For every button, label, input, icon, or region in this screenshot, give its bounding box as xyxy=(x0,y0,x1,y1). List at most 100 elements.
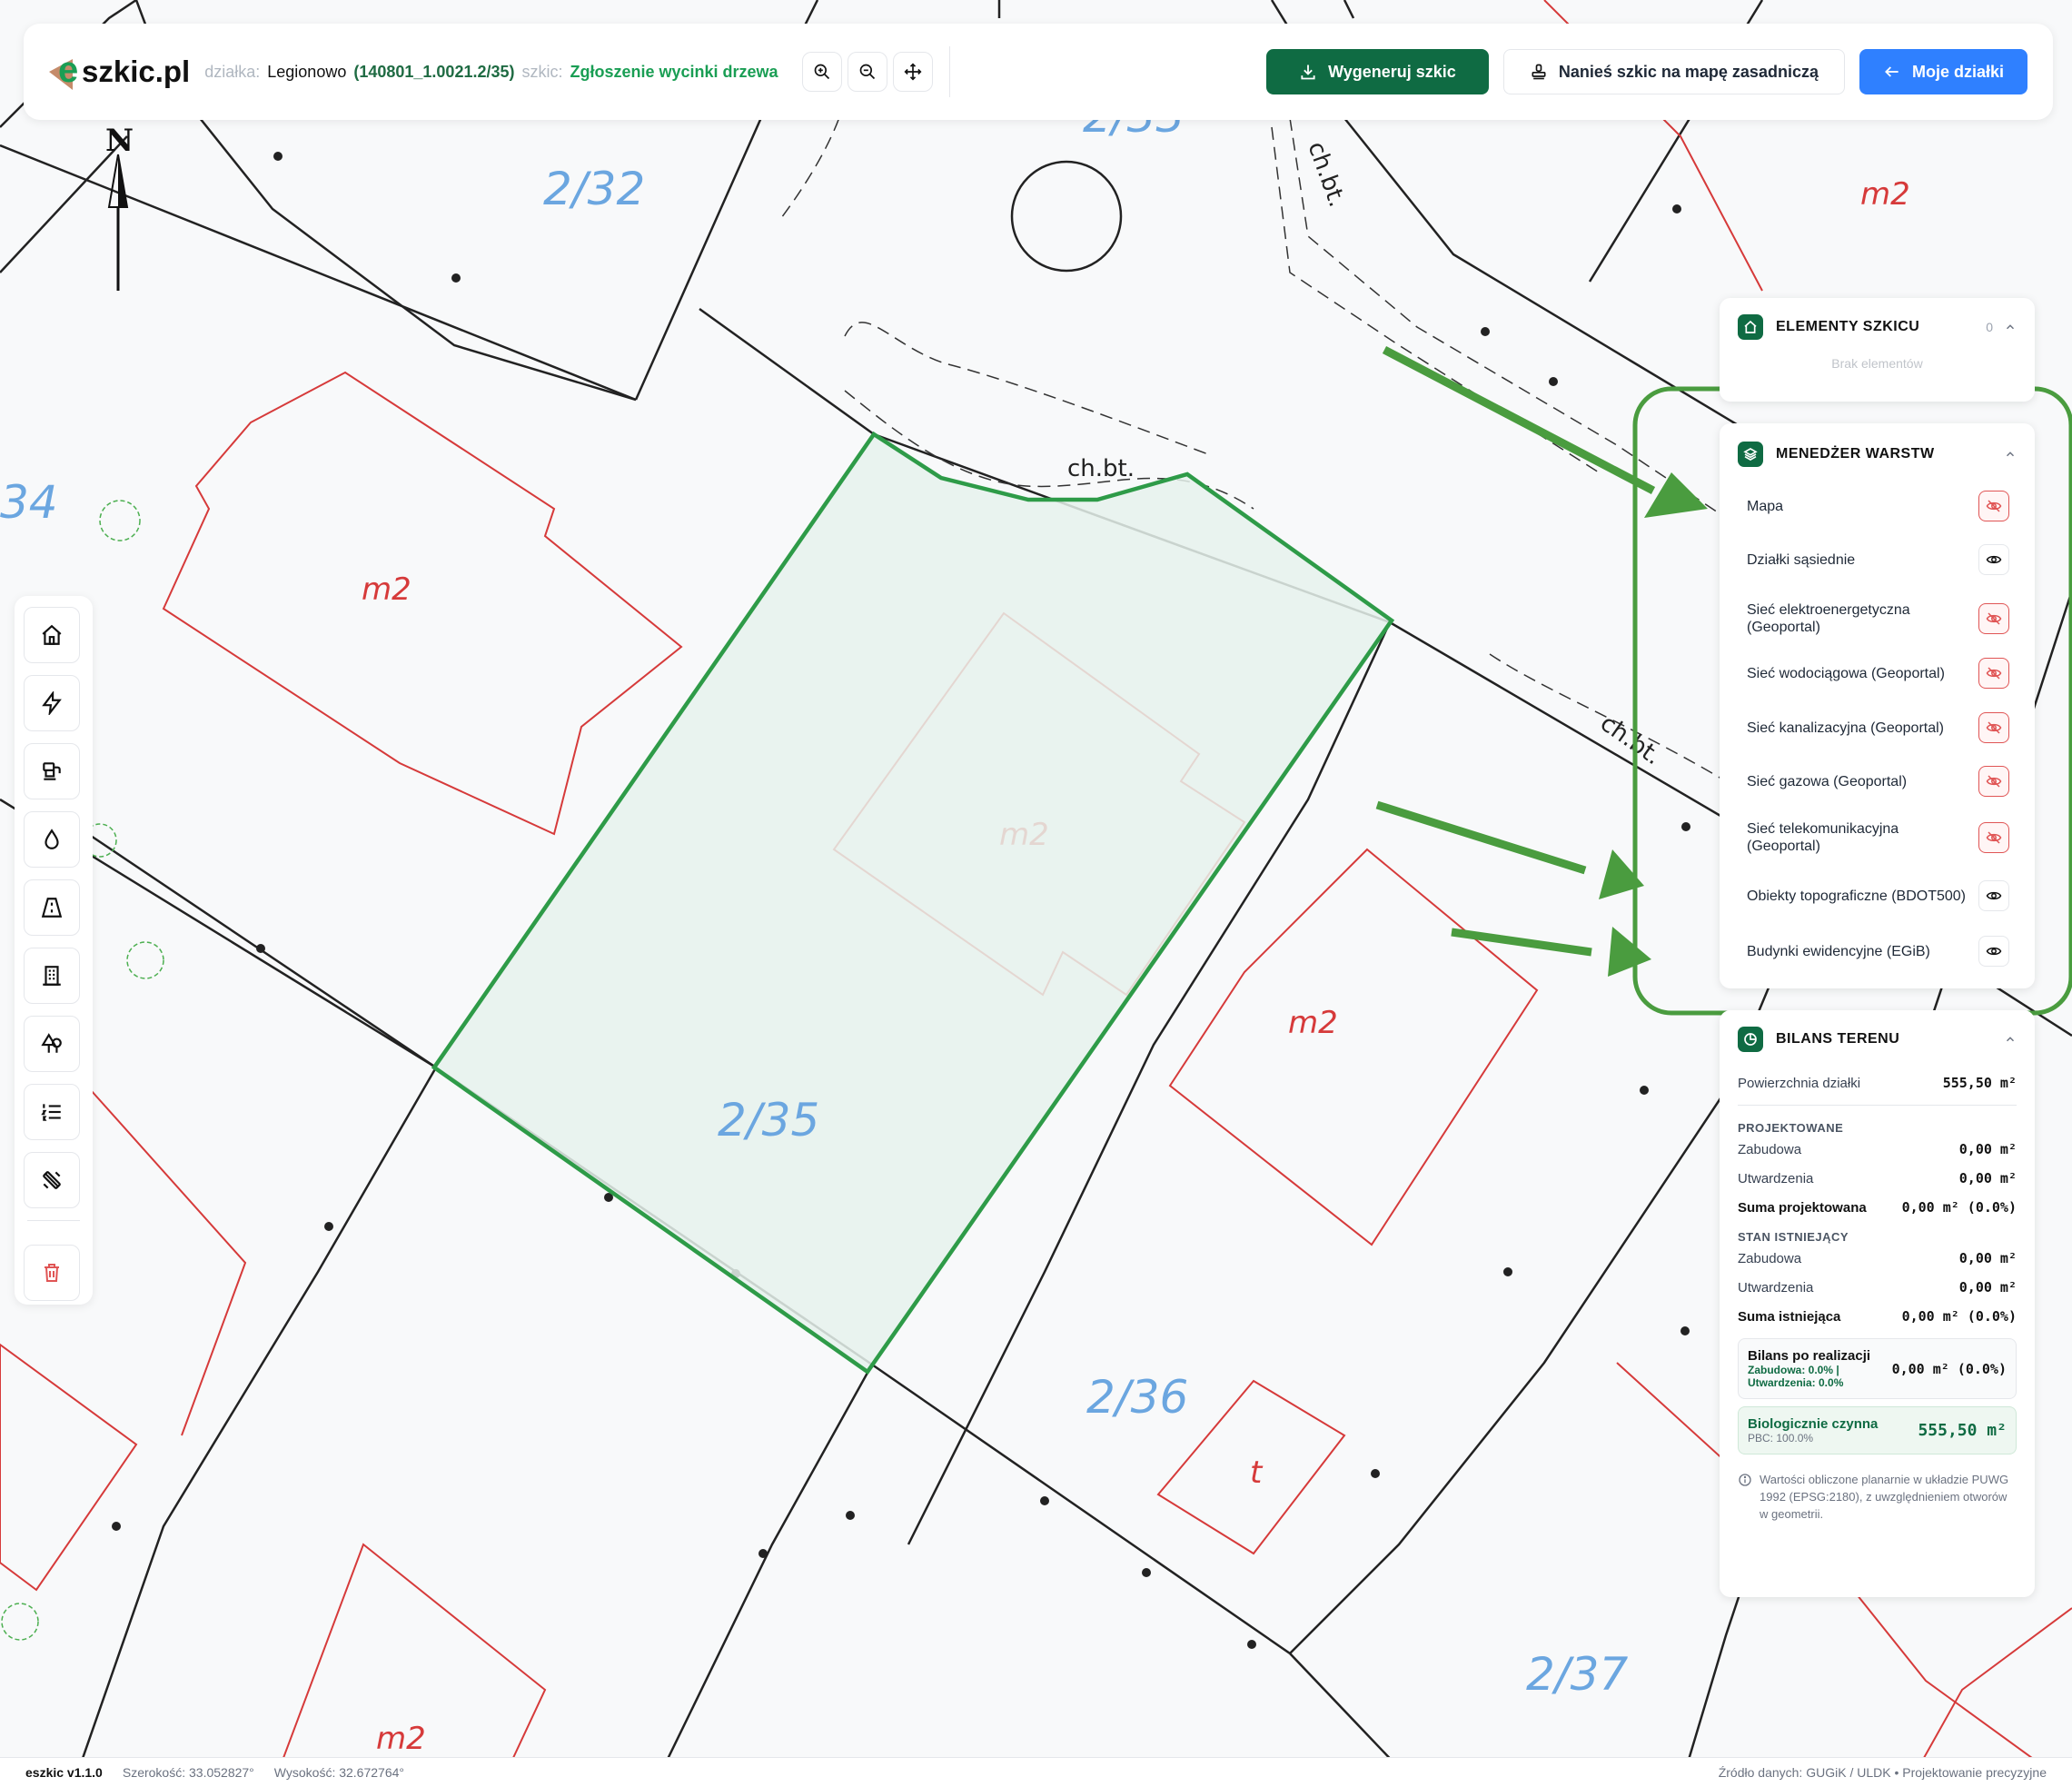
drop-tool[interactable] xyxy=(24,811,80,868)
layer-manager-panel: MENEDŻER WARSTW Mapa Działki sąsiednie S… xyxy=(1720,423,2035,988)
generate-sketch-button[interactable]: Wygeneruj szkic xyxy=(1266,49,1489,94)
ex-hard-row: Utwardzenia 0,00 m² xyxy=(1720,1273,2035,1302)
north-arrow: N xyxy=(96,123,142,296)
sketch-elements-title: ELEMENTY SZKICU xyxy=(1776,319,1920,334)
layer-row-topo[interactable]: Obiekty topograficzne (BDOT500) xyxy=(1720,867,2035,925)
delete-tool[interactable] xyxy=(24,1245,80,1301)
sketch-elements-count: 0 xyxy=(1986,320,1993,334)
move-icon xyxy=(904,63,922,81)
building-label: m2 xyxy=(362,571,411,608)
parcel-label: 2/37 xyxy=(1526,1648,1628,1701)
biologically-active-box: Biologicznie czynna PBC: 100.0% 555,50 m… xyxy=(1738,1406,2017,1454)
layer-label: Obiekty topograficzne (BDOT500) xyxy=(1747,888,1966,904)
my-plots-button[interactable]: Moje działki xyxy=(1859,49,2027,94)
bio-title: Biologicznie czynna xyxy=(1748,1416,1879,1432)
empty-state: Brak elementów xyxy=(1831,356,1923,371)
layer-toggle[interactable] xyxy=(1978,766,2009,797)
zoom-out-button[interactable] xyxy=(847,52,887,92)
zoom-in-button[interactable] xyxy=(801,52,842,92)
parcel-label: 2/32 xyxy=(543,163,645,215)
layer-manager-header[interactable]: MENEDŻER WARSTW xyxy=(1720,423,2035,485)
tree-tool[interactable] xyxy=(24,1016,80,1072)
building-icon xyxy=(43,966,61,986)
layer-toggle[interactable] xyxy=(1978,603,2009,634)
app-version: eszkic v1.1.0 xyxy=(25,1765,103,1780)
layer-row-gas[interactable]: Sieć gazowa (Geoportal) xyxy=(1720,754,2035,809)
calculation-note: Wartości obliczone planarnie w układzie … xyxy=(1720,1462,2035,1541)
layer-row-map[interactable]: Mapa xyxy=(1720,485,2035,527)
divider xyxy=(1738,1105,2017,1106)
chevron-up-icon xyxy=(2006,324,2015,330)
logo[interactable]: e szkic.pl xyxy=(49,50,191,90)
after-value: 0,00 m² (0.0%) xyxy=(1891,1360,2007,1377)
layer-row-sewage[interactable]: Sieć kanalizacyjna (Geoportal) xyxy=(1720,701,2035,754)
left-toolbar xyxy=(15,596,93,1305)
layer-toggle[interactable] xyxy=(1978,822,2009,853)
proj-building-value: 0,00 m² xyxy=(1958,1141,2017,1157)
ex-sum-value: 0,00 m² (0.0%) xyxy=(1901,1308,2017,1325)
bio-value: 555,50 m² xyxy=(1918,1421,2007,1440)
layer-toggle[interactable] xyxy=(1978,936,2009,967)
list-tool[interactable] xyxy=(24,1084,80,1140)
layer-row-telecom[interactable]: Sieć telekomunikacyjna (Geoportal) xyxy=(1720,809,2035,867)
proj-hard-label: Utwardzenia xyxy=(1738,1170,1814,1186)
layer-row-water[interactable]: Sieć wodociągowa (Geoportal) xyxy=(1720,645,2035,701)
layers-icon xyxy=(1738,442,1763,467)
eye-off-icon xyxy=(1986,500,2002,512)
electric-tool[interactable] xyxy=(24,675,80,731)
layer-toggle[interactable] xyxy=(1978,658,2009,689)
calculation-note-text: Wartości obliczone planarnie w układzie … xyxy=(1760,1473,2009,1521)
chevron-up-icon xyxy=(2006,1037,2015,1042)
breadcrumb: działka: Legionowo (140801_1.0021.2/35) … xyxy=(204,63,778,82)
pan-button[interactable] xyxy=(892,52,933,92)
layer-label: Sieć kanalizacyjna (Geoportal) xyxy=(1747,720,1944,736)
sketch-elements-panel: ELEMENTY SZKICU 0 Brak elementów xyxy=(1720,298,2035,402)
home-icon xyxy=(42,624,62,645)
layer-row-neighbors[interactable]: Działki sąsiednie xyxy=(1720,527,2035,592)
toolbar-divider xyxy=(27,1220,80,1221)
building-tool[interactable] xyxy=(24,948,80,1004)
water-tool[interactable] xyxy=(24,743,80,799)
sketch-elements-header[interactable]: ELEMENTY SZKICU 0 xyxy=(1720,298,2035,356)
map-tools xyxy=(801,52,933,92)
tree-icon xyxy=(41,1033,62,1053)
eye-icon xyxy=(1986,947,2002,956)
info-icon xyxy=(1739,1474,1751,1486)
layer-toggle[interactable] xyxy=(1978,712,2009,743)
home-tool[interactable] xyxy=(24,607,80,663)
proj-sum-value: 0,00 m² (0.0%) xyxy=(1901,1199,2017,1216)
logo-text: szkic.pl xyxy=(82,55,191,88)
data-source: Źródło danych: GUGiK / ULDK • Projektowa… xyxy=(1718,1765,2047,1780)
longitude: Wysokość: 32.672764° xyxy=(273,1765,405,1780)
after-realization-box: Bilans po realizacji Zabudowa: 0.0% | Ut… xyxy=(1738,1338,2017,1399)
eye-icon xyxy=(1986,555,2002,564)
layer-row-buildings[interactable]: Budynki ewidencyjne (EGiB) xyxy=(1720,925,2035,978)
proj-hard-row: Utwardzenia 0,00 m² xyxy=(1720,1164,2035,1193)
land-balance-header[interactable]: BILANS TERENU xyxy=(1720,1010,2035,1068)
eye-off-icon xyxy=(1986,721,2002,734)
measure-tool[interactable] xyxy=(24,1152,80,1208)
parcel-label: 2/36 xyxy=(1086,1371,1188,1424)
layer-toggle[interactable] xyxy=(1978,544,2009,575)
layer-label: Sieć elektroenergetyczna (Geoportal) xyxy=(1747,602,1910,635)
layer-label: Budynki ewidencyjne (EGiB) xyxy=(1747,943,1930,959)
layer-toggle[interactable] xyxy=(1978,880,2009,911)
arrow-left-icon xyxy=(1885,66,1899,77)
plot-id: (140801_1.0021.2/35) xyxy=(353,62,515,81)
projected-header: PROJEKTOWANE xyxy=(1738,1121,1844,1135)
logo-letter: e xyxy=(58,50,79,90)
road-tool[interactable] xyxy=(24,879,80,936)
eye-off-icon xyxy=(1986,667,2002,680)
after-sub1: Zabudowa: 0.0% | xyxy=(1748,1364,1839,1376)
apply-to-map-button[interactable]: Nanieś szkic na mapę zasadniczą xyxy=(1502,49,1845,94)
parcel-label: 2/35 xyxy=(718,1094,819,1147)
layer-toggle[interactable] xyxy=(1978,491,2009,521)
top-bar: e szkic.pl działka: Legionowo (140801_1.… xyxy=(24,24,2053,120)
plot-label: działka: xyxy=(204,62,261,81)
stamp-icon xyxy=(1532,64,1546,80)
status-bar: eszkic v1.1.0 Szerokość: 33.052827° Wyso… xyxy=(0,1757,2072,1787)
ex-building-value: 0,00 m² xyxy=(1958,1250,2017,1266)
existing-header: STAN ISTNIEJĄCY xyxy=(1738,1230,1849,1244)
trash-icon xyxy=(45,1264,59,1282)
layer-row-electric[interactable]: Sieć elektroenergetyczna (Geoportal) xyxy=(1720,592,2035,645)
